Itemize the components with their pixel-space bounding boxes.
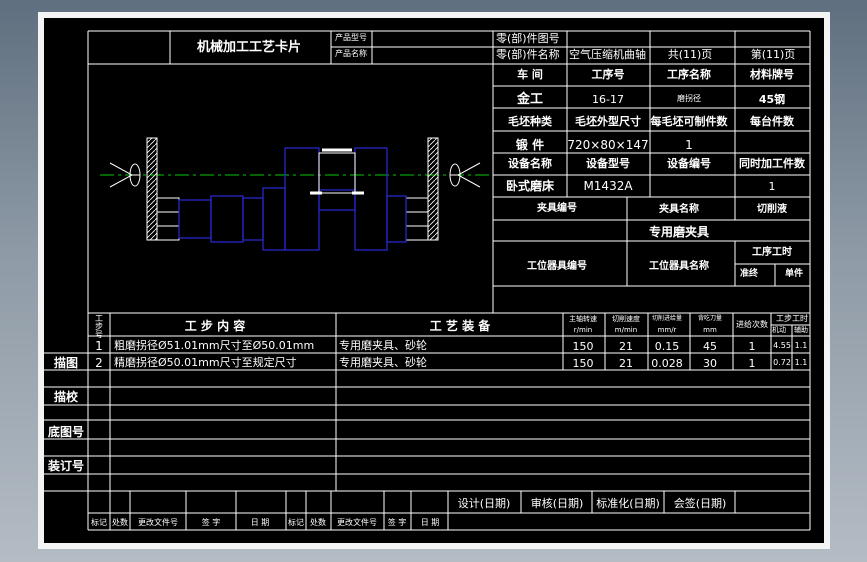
step-passes: 1 — [748, 340, 756, 353]
op-name-label: 工序名称 — [667, 68, 711, 81]
passes-header: 进给次数 — [736, 320, 768, 329]
equip-name-value: 卧式磨床 — [505, 179, 555, 193]
coolant-label: 切削液 — [757, 204, 787, 215]
blank-type-value: 锻 件 — [515, 138, 545, 152]
step-content: 粗磨拐径Ø51.01mm尺寸至Ø50.01mm — [114, 339, 315, 352]
equip-name-label: 设备名称 — [508, 157, 552, 170]
machine-time-header: 机动 — [772, 326, 786, 334]
step-feed: 0.15 — [654, 340, 680, 353]
feed-header: 切削进给量 — [651, 315, 683, 322]
cut-speed-header: 切削速度 — [612, 315, 640, 323]
step-feed: 0.028 — [651, 357, 683, 370]
part-name-label: 零(部)件名称 — [496, 48, 560, 61]
rev-mark: 标记 — [91, 518, 107, 527]
total-pages: 共(11)页 — [667, 48, 713, 61]
step-cut-speed: 21 — [619, 340, 633, 353]
spindle-speed-header: 主轴转速 — [569, 315, 597, 323]
step-time-header: 工步工时 — [776, 314, 808, 323]
side-check: 描校 — [53, 390, 79, 404]
rev-count: 处数 — [112, 518, 128, 527]
workshop-value: 金工 — [516, 92, 544, 107]
material-value: 45钢 — [758, 93, 786, 106]
step-machine-time: 0.72 — [773, 358, 791, 367]
step-no-header: 工步号 — [95, 314, 103, 339]
cut-speed-unit: m/min — [614, 326, 638, 334]
step-no: 1 — [95, 339, 103, 353]
step-depth: 45 — [703, 340, 717, 353]
equip-model-value: M1432A — [583, 179, 633, 193]
review-date: 审核(日期) — [530, 497, 584, 510]
equip-no-label: 设备编号 — [667, 157, 711, 170]
fixture-no-label: 夹具编号 — [537, 203, 577, 214]
station-tool-name-label: 工位器具名称 — [649, 261, 709, 272]
material-label: 材料牌号 — [750, 68, 794, 81]
rev-count-2: 处数 — [310, 518, 326, 527]
unit-time-label: 单件 — [784, 269, 804, 279]
rev-date: 日 期 — [250, 518, 270, 527]
step-content-header: 工 步 内 容 — [184, 319, 246, 333]
step-depth: 30 — [703, 357, 717, 370]
depth-unit: mm — [703, 326, 717, 334]
op-no-label: 工序号 — [591, 68, 625, 81]
blank-type-label: 毛坯种类 — [508, 115, 552, 128]
side-binding-no: 装订号 — [47, 459, 85, 473]
fixture-name-value: 专用磨夹具 — [648, 225, 710, 239]
side-base-no: 底图号 — [47, 425, 85, 439]
step-speed: 150 — [572, 357, 594, 370]
rev-date-2: 日 期 — [420, 518, 440, 527]
fixture-name-label: 夹具名称 — [659, 204, 699, 215]
prep-time-label: 准终 — [739, 269, 759, 279]
depth-header: 背吃刀量 — [697, 315, 723, 322]
step-equipment-header: 工 艺 装 备 — [429, 319, 491, 333]
blank-size-value: 720×80×147 — [567, 138, 649, 152]
rev-mark-2: 标记 — [288, 518, 304, 527]
aux-time-header: 辅助 — [794, 326, 808, 334]
op-time-label: 工序工时 — [752, 247, 792, 258]
rev-doc-no: 更改文件号 — [138, 518, 178, 527]
step-passes: 1 — [748, 357, 756, 370]
feed-unit: mm/r — [657, 326, 677, 334]
op-no-value: 16-17 — [592, 93, 624, 106]
blank-size-label: 毛坯外型尺寸 — [575, 115, 641, 128]
product-model-label: 产品型号 — [335, 33, 367, 42]
card-title: 机械加工工艺卡片 — [196, 40, 302, 55]
step-no: 2 — [95, 356, 103, 370]
step-speed: 150 — [572, 340, 594, 353]
standard-date: 标准化(日期) — [596, 497, 660, 510]
workshop-label: 车 间 — [517, 68, 543, 81]
countersign-date: 会签(日期) — [673, 497, 727, 510]
step-cut-speed: 21 — [619, 357, 633, 370]
simul-parts-value: 1 — [768, 180, 776, 193]
rev-doc-no-2: 更改文件号 — [337, 518, 377, 527]
simul-parts-label: 同时加工件数 — [739, 157, 805, 170]
step-aux-time: 1.1 — [794, 358, 808, 367]
spindle-speed-unit: r/min — [573, 326, 593, 334]
product-name-label: 产品名称 — [335, 49, 367, 58]
pieces-per-unit-label: 每台件数 — [750, 115, 794, 128]
step-aux-time: 1.1 — [794, 341, 808, 350]
step-equipment: 专用磨夹具、砂轮 — [339, 356, 427, 369]
side-trace: 描图 — [53, 356, 79, 370]
rev-sign-2: 签 字 — [387, 518, 407, 527]
station-tool-no-label: 工位器具编号 — [527, 261, 587, 272]
step-content: 精磨拐径Ø50.01mm尺寸至规定尺寸 — [114, 356, 297, 369]
equip-model-label: 设备型号 — [586, 157, 630, 170]
design-date: 设计(日期) — [457, 497, 511, 510]
rev-sign: 签 字 — [201, 518, 221, 527]
part-drawing-no-label: 零(部)件图号 — [496, 32, 560, 45]
step-equipment: 专用磨夹具、砂轮 — [339, 339, 427, 352]
pieces-per-blank-label: 每毛坯可制件数 — [650, 115, 728, 128]
page-number: 第(11)页 — [750, 48, 796, 61]
op-name-value: 磨拐径 — [677, 94, 701, 103]
step-machine-time: 4.55 — [773, 341, 791, 350]
pieces-per-blank-value: 1 — [685, 138, 693, 152]
part-name: 空气压缩机曲轴 — [569, 48, 646, 61]
